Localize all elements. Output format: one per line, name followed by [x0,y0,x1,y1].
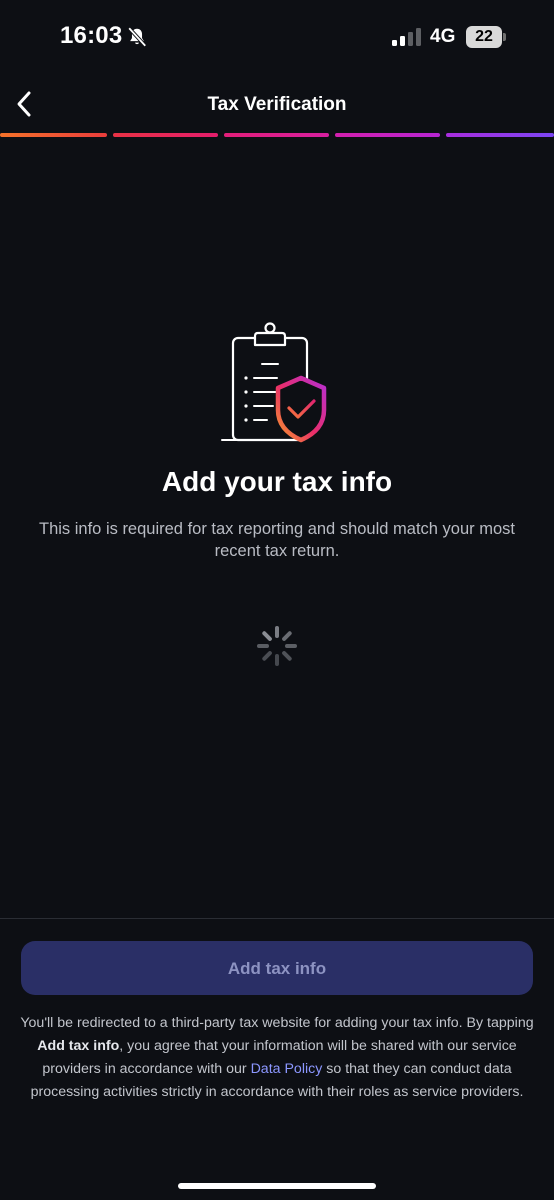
progress-step-2 [113,133,218,137]
signal-icon [392,28,421,46]
battery-level: 22 [466,26,502,48]
progress-step-3 [224,133,329,137]
main-title: Add your tax info [161,466,393,497]
clipboard-shield-check-icon [221,322,327,443]
disclaimer-part-1: You'll be redirected to a third-party ta… [20,1015,534,1031]
status-time: 16:03 [60,22,123,49]
page-title: Tax Verification [207,94,347,115]
progress-step-5 [446,133,554,137]
bell-slash-icon [127,27,147,47]
status-bar: 16:03 4G 22 [0,0,554,76]
footer-divider [0,918,554,919]
add-tax-info-button[interactable]: Add tax info [21,941,533,995]
header: Tax Verification [0,76,554,134]
main-description: This info is required for tax reporting … [39,520,515,560]
network-label: 4G [430,26,456,47]
progress-step-4 [335,133,440,137]
home-indicator[interactable] [178,1183,376,1189]
progress-step-1 [0,133,107,137]
data-policy-link[interactable]: Data Policy [251,1061,323,1077]
battery-tip [503,33,506,41]
disclaimer-bold: Add tax info [37,1038,120,1054]
disclaimer-text: You'll be redirected to a third-party ta… [14,1012,540,1104]
battery-icon: 22 [466,26,506,48]
step-progress-bar [0,133,554,137]
spinner-icon [257,626,297,666]
